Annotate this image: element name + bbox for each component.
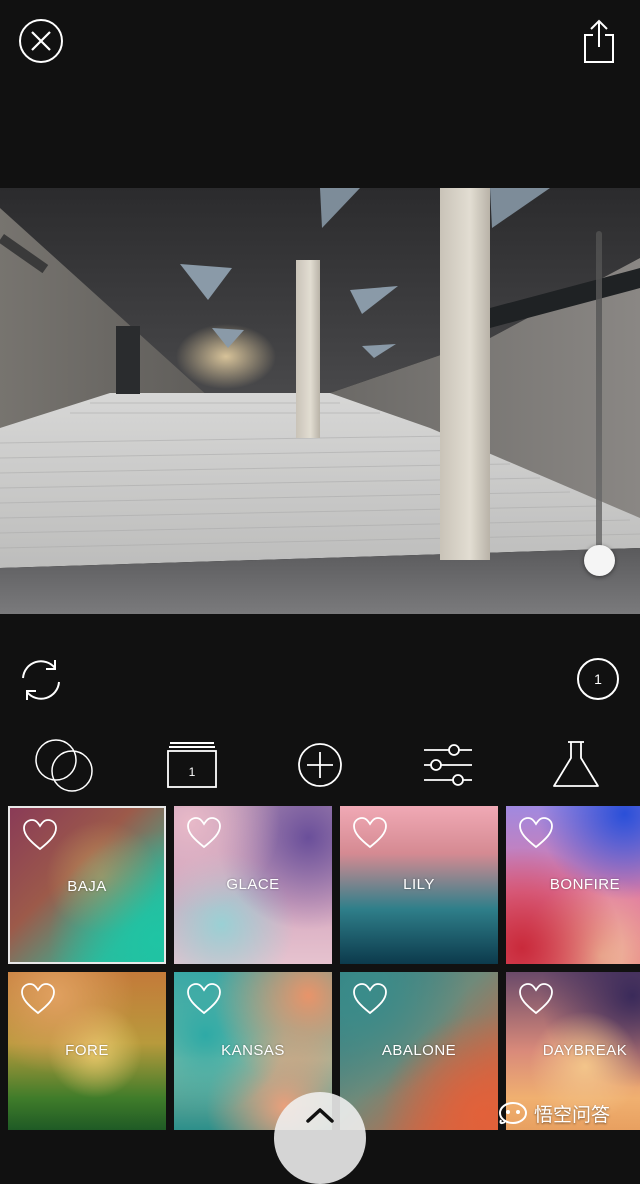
watermark: 悟空问答 [498,1097,610,1129]
add-circle-icon [298,743,342,787]
filter-name: DAYBREAK [542,1042,628,1059]
heart-icon[interactable] [22,818,58,852]
filter-tile-lily[interactable]: LILY [340,806,498,964]
filter-name: GLACE [226,876,280,893]
watermark-logo-icon [499,1102,527,1125]
filter-name: ABALONE [381,1042,457,1059]
heart-icon[interactable] [352,982,388,1016]
close-button[interactable] [18,18,64,64]
heart-icon[interactable] [518,816,554,850]
layers-count: 1 [189,765,196,779]
add-button[interactable] [290,738,350,794]
expand-panel-button[interactable] [274,1092,366,1184]
photo-image [0,188,640,614]
heart-icon[interactable] [186,816,222,850]
heart-icon[interactable] [352,816,388,850]
filter-name: FORE [65,1042,109,1059]
chevron-up-icon [306,1108,334,1123]
overlay-circles-icon [35,739,93,792]
filter-tile-baja[interactable]: BAJA [8,806,166,964]
lab-button[interactable] [546,738,606,794]
filter-tile-abalone[interactable]: ABALONE [340,972,498,1130]
adjust-button[interactable] [418,738,478,794]
intensity-slider-knob[interactable] [584,545,615,576]
flask-icon [553,741,599,787]
filter-tile-fore[interactable]: FORE [8,972,166,1130]
filter-name: BONFIRE [549,876,621,893]
sliders-icon [424,744,472,786]
filter-name: BAJA [67,878,107,895]
filter-name: KANSAS [221,1042,285,1059]
refresh-button[interactable] [14,655,68,705]
photo-preview[interactable] [0,188,640,614]
intensity-slider-track[interactable] [596,231,602,561]
filter-tile-glace[interactable]: GLACE [174,806,332,964]
heart-icon[interactable] [20,982,56,1016]
filter-tile-bonfire[interactable]: BONFIRE [506,806,640,964]
filter-name: LILY [403,876,435,893]
layers-icon: 1 [167,742,217,788]
close-icon [19,19,63,63]
count-badge-label: 1 [594,671,602,687]
share-icon [584,19,614,63]
refresh-icon [22,660,60,700]
top-bar [0,0,640,90]
count-badge[interactable]: 1 [577,658,619,700]
overlay-button[interactable] [34,738,94,794]
watermark-text: 悟空问答 [534,1103,611,1126]
heart-icon[interactable] [518,982,554,1016]
layers-button[interactable]: 1 [162,738,222,794]
share-button[interactable] [580,16,618,66]
heart-icon[interactable] [186,982,222,1016]
